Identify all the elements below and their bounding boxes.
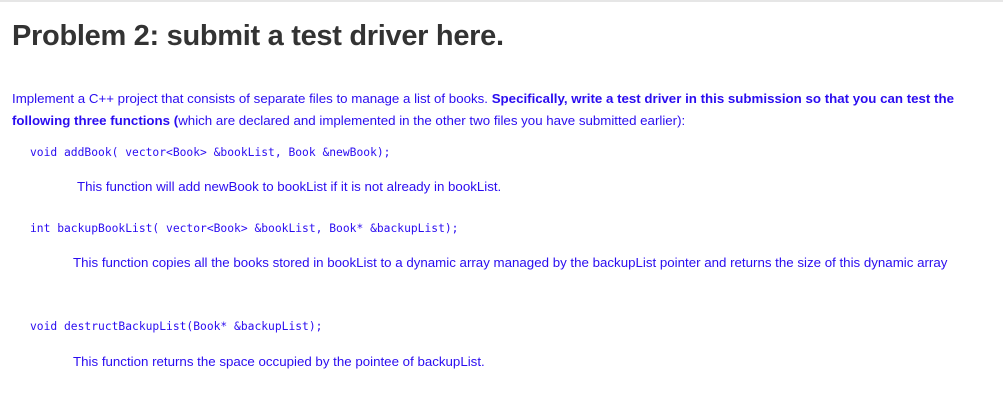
function-signature: void addBook( vector<Book> &bookList, Bo… (30, 146, 391, 159)
intro-note: which are declared and implemented in th… (178, 113, 686, 128)
function-signature: int backupBookList( vector<Book> &bookLi… (30, 222, 459, 235)
intro-text: Implement a C++ project that consists of… (12, 91, 492, 106)
function-description: This function returns the space occupied… (73, 354, 485, 369)
function-signature: void destructBackupList(Book* &backupLis… (30, 320, 323, 333)
function-description: This function copies all the books store… (73, 255, 948, 270)
function-description: This function will add newBook to bookLi… (77, 179, 502, 194)
intro-paragraph: Implement a C++ project that consists of… (12, 88, 992, 132)
page-title: Problem 2: submit a test driver here. (12, 20, 504, 52)
top-divider (0, 0, 1003, 2)
